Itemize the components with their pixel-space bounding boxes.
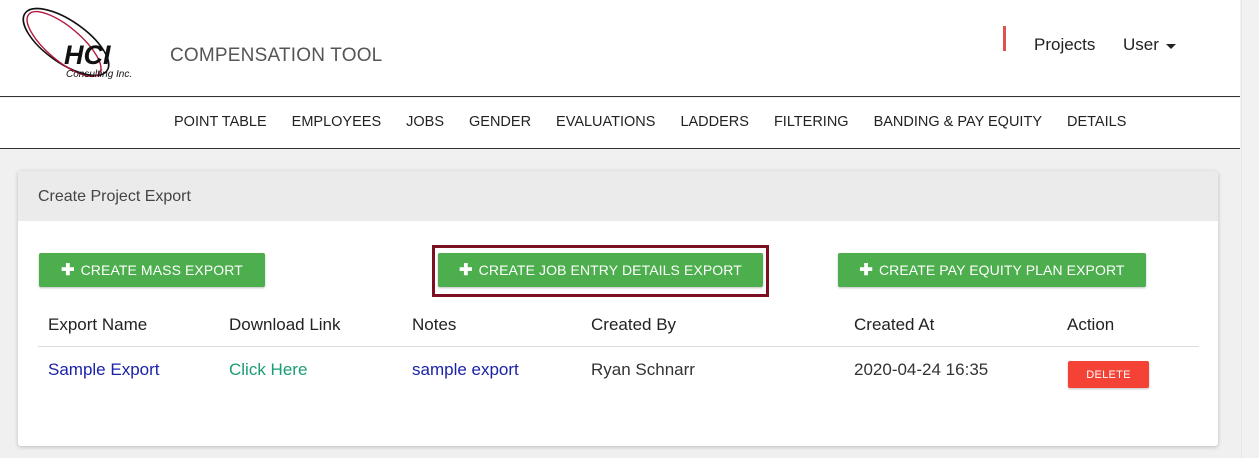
menu-item-details[interactable]: DETAILS <box>1067 114 1126 130</box>
create-mass-export-label: CREATE MASS EXPORT <box>80 262 243 278</box>
menu-item-jobs[interactable]: JOBS <box>406 114 444 130</box>
create-pay-equity-plan-export-button[interactable]: ✚ CREATE PAY EQUITY PLAN EXPORT <box>838 253 1146 287</box>
column-header-created-at: Created At <box>854 315 935 334</box>
nav-projects-link[interactable]: Projects <box>1034 35 1095 55</box>
plus-icon: ✚ <box>459 262 473 279</box>
export-card: Create Project Export ✚ CREATE MASS EXPO… <box>18 171 1218 446</box>
nav-user-label: User <box>1123 35 1159 54</box>
menu-item-employees[interactable]: EMPLOYEES <box>292 114 381 130</box>
column-header-notes: Notes <box>412 315 457 334</box>
cell-notes-link[interactable]: sample export <box>412 360 519 380</box>
menu-item-point-table[interactable]: POINT TABLE <box>174 114 267 130</box>
logo-sub-text: Consulting Inc. <box>66 69 132 80</box>
company-logo[interactable]: HCI Consulting Inc. <box>14 4 154 86</box>
plus-icon: ✚ <box>859 262 873 279</box>
column-header-export-name: Export Name <box>48 315 148 334</box>
cell-export-name-link[interactable]: Sample Export <box>48 360 160 380</box>
menu-item-gender[interactable]: GENDER <box>469 114 531 130</box>
menu-item-evaluations[interactable]: EVALUATIONS <box>556 114 655 130</box>
column-header-download-link: Download Link <box>229 315 341 334</box>
cell-created-at: 2020-04-24 16:35 <box>854 360 989 379</box>
create-job-entry-details-export-button[interactable]: ✚ CREATE JOB ENTRY DETAILS EXPORT <box>438 253 763 287</box>
column-header-created-by: Created By <box>591 315 677 334</box>
create-job-entry-export-label: CREATE JOB ENTRY DETAILS EXPORT <box>478 262 742 278</box>
top-bar: HCI Consulting Inc. COMPENSATION TOOL Pr… <box>0 0 1240 97</box>
column-header-action: Action <box>1067 315 1115 334</box>
cell-download-link[interactable]: Click Here <box>229 360 307 380</box>
divider-accent <box>1003 26 1006 51</box>
page-scrollbar[interactable] <box>1241 0 1259 458</box>
menu-item-ladders[interactable]: LADDERS <box>680 114 749 130</box>
plus-icon: ✚ <box>61 262 75 279</box>
create-mass-export-button[interactable]: ✚ CREATE MASS EXPORT <box>39 253 265 287</box>
delete-export-button[interactable]: DELETE <box>1068 361 1149 388</box>
card-title: Create Project Export <box>18 171 1218 221</box>
menu-item-filtering[interactable]: FILTERING <box>774 114 849 130</box>
caret-down-icon <box>1165 43 1176 49</box>
nav-user-dropdown[interactable]: User <box>1123 35 1176 55</box>
create-pay-equity-export-label: CREATE PAY EQUITY PLAN EXPORT <box>878 262 1125 278</box>
menu-item-banding-pay-equity[interactable]: BANDING & PAY EQUITY <box>874 114 1042 130</box>
logo-main-text: HCI <box>64 40 111 70</box>
cell-created-by: Ryan Schnarr <box>591 360 695 379</box>
main-menu: POINT TABLE EMPLOYEES JOBS GENDER EVALUA… <box>0 98 1240 149</box>
app-title: COMPENSATION TOOL <box>170 45 383 66</box>
table-header-divider <box>38 346 1199 347</box>
